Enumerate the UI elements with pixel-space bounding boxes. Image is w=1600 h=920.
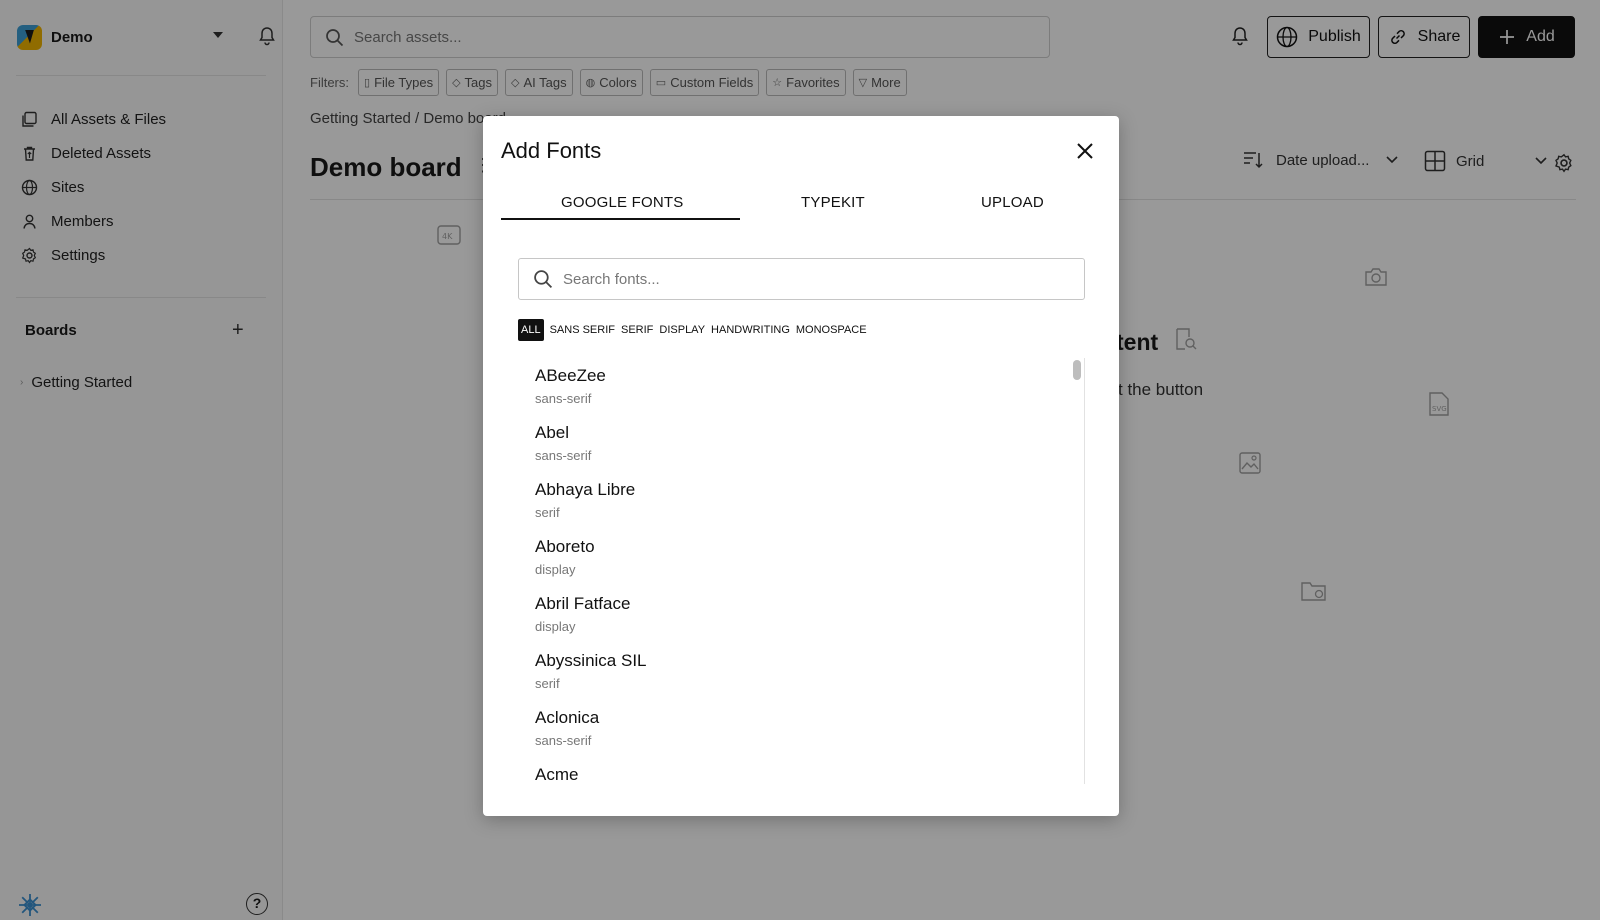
font-name: Aboreto: [535, 537, 595, 556]
font-name: ABeeZee: [535, 366, 606, 385]
search-icon: [534, 270, 553, 289]
font-list-item[interactable]: Abril Fatface display: [535, 594, 630, 634]
font-category: sans-serif: [535, 448, 592, 463]
font-list-item[interactable]: Abhaya Libre serif: [535, 480, 635, 520]
font-list-item[interactable]: ABeeZee sans-serif: [535, 366, 606, 406]
font-name: Acme: [535, 765, 579, 784]
font-list-item[interactable]: Abel sans-serif: [535, 423, 591, 463]
scrollbar-thumb[interactable]: [1073, 360, 1081, 380]
font-name: Abyssinica SIL: [535, 651, 647, 670]
font-name: Aclonica: [535, 708, 600, 727]
add-fonts-modal: Add Fonts GOOGLE FONTS TYPEKIT UPLOAD Se…: [483, 116, 1119, 816]
category-display[interactable]: DISPLAY: [659, 324, 705, 336]
font-name: Abhaya Libre: [535, 480, 636, 499]
font-category: serif: [535, 676, 560, 691]
font-list-item[interactable]: Abyssinica SIL serif: [535, 651, 647, 691]
font-category: display: [535, 562, 576, 577]
font-category: display: [535, 619, 576, 634]
tab-typekit[interactable]: TYPEKIT: [801, 194, 865, 211]
font-name: Abril Fatface: [535, 594, 631, 613]
category-all[interactable]: ALL: [518, 319, 544, 341]
font-search-placeholder: Search fonts...: [563, 270, 660, 288]
font-list[interactable]: ABeeZee sans-serif Abel sans-serif Abhay…: [518, 358, 1085, 784]
font-list-item[interactable]: Acme sans-serif: [535, 765, 591, 784]
tab-upload[interactable]: UPLOAD: [981, 194, 1044, 211]
font-category-filter: ALL SANS SERIF SERIF DISPLAY HANDWRITING…: [518, 318, 873, 342]
active-tab-indicator: [501, 218, 740, 220]
category-sans-serif[interactable]: SANS SERIF: [550, 324, 615, 336]
font-name: Abel: [535, 423, 570, 442]
font-category: sans-serif: [535, 733, 592, 748]
font-source-tabs: GOOGLE FONTS TYPEKIT UPLOAD: [501, 180, 1101, 220]
font-category: serif: [535, 505, 560, 520]
font-category: sans-serif: [535, 391, 592, 406]
category-handwriting[interactable]: HANDWRITING: [711, 324, 790, 336]
close-icon[interactable]: [1076, 142, 1094, 165]
category-monospace[interactable]: MONOSPACE: [796, 324, 867, 336]
font-search-input[interactable]: Search fonts...: [518, 258, 1085, 300]
font-list-item[interactable]: Aclonica sans-serif: [535, 708, 599, 748]
tab-google-fonts[interactable]: GOOGLE FONTS: [561, 194, 683, 211]
font-list-item[interactable]: Aboreto display: [535, 537, 595, 577]
modal-title: Add Fonts: [501, 138, 602, 163]
category-serif[interactable]: SERIF: [621, 324, 653, 336]
